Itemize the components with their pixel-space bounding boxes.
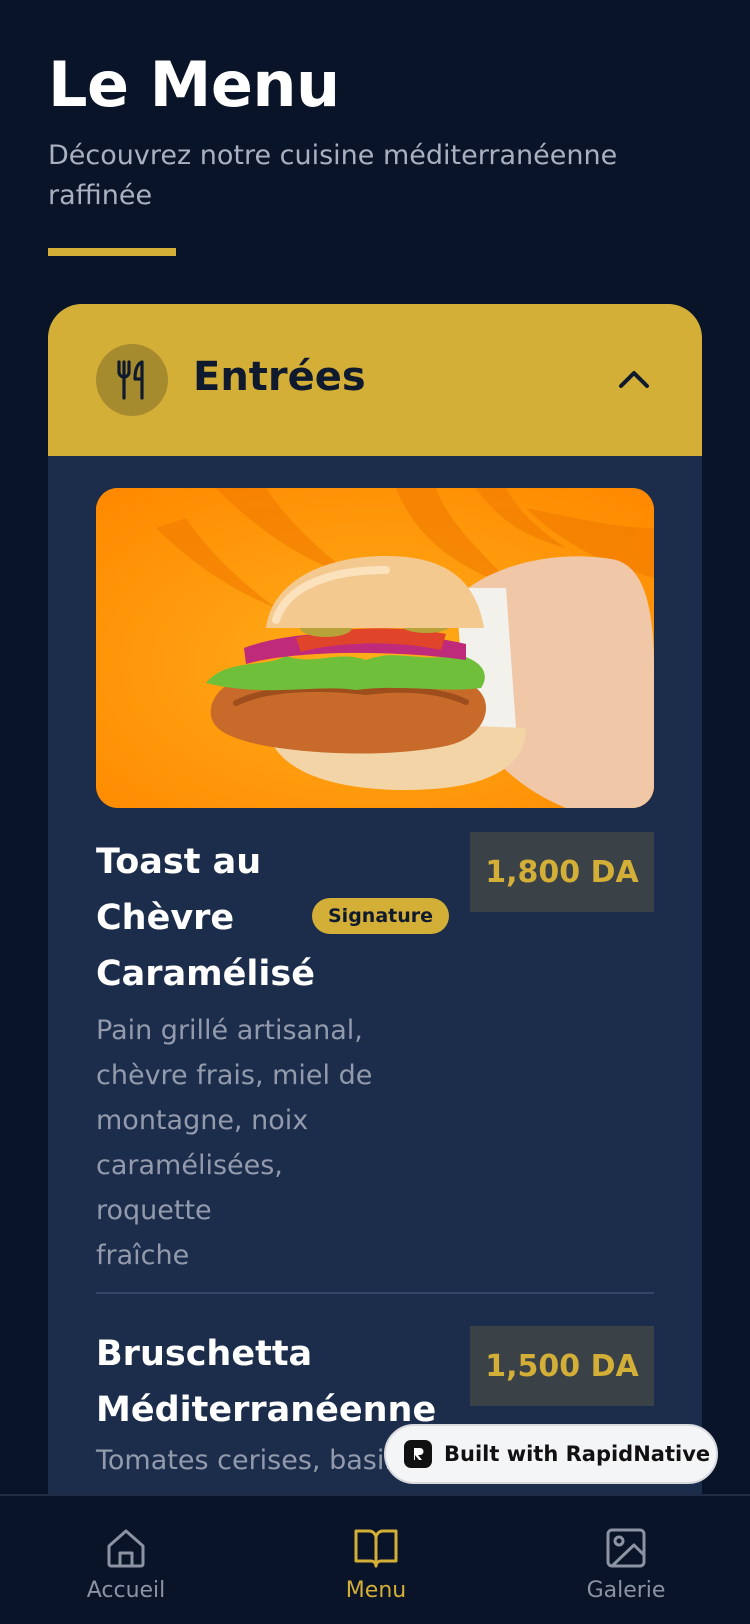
- book-icon: [354, 1529, 398, 1568]
- built-with-rapidnative-badge[interactable]: Built with RapidNative: [384, 1424, 718, 1484]
- menu-item-name: Toast au Chèvre Caramélisé: [96, 842, 315, 994]
- signature-badge: Signature: [312, 898, 450, 934]
- nav-label: Menu: [345, 1578, 407, 1603]
- nav-tab-accueil[interactable]: Accueil: [46, 1526, 206, 1603]
- section-icon-badge: [96, 344, 168, 416]
- nav-label: Accueil: [86, 1578, 166, 1603]
- bottom-nav: Accueil Menu Galerie: [0, 1494, 750, 1624]
- nav-label: Galerie: [586, 1578, 666, 1603]
- section-title: Entrées: [193, 354, 366, 400]
- page-subtitle: Découvrez notre cuisine méditerranéenne …: [48, 140, 618, 211]
- image-icon: [606, 1528, 646, 1568]
- chevron-up-icon[interactable]: [614, 360, 654, 400]
- utensils-icon: [117, 360, 144, 400]
- rapidnative-label: Built with RapidNative: [444, 1442, 711, 1466]
- nav-tab-galerie[interactable]: Galerie: [546, 1526, 706, 1603]
- page-title: Le Menu: [48, 48, 340, 121]
- nav-tab-menu[interactable]: Menu: [296, 1526, 456, 1603]
- menu-item-description: Pain grillé artisanal, chèvre frais, mie…: [96, 1015, 373, 1271]
- title-underline: [48, 248, 176, 256]
- menu-item-price: 1,800 DA: [470, 832, 654, 912]
- food-image-burger: [96, 488, 654, 808]
- menu-item-price: 1,500 DA: [470, 1326, 654, 1406]
- rapidnative-logo-icon: [404, 1440, 432, 1468]
- item-divider: [96, 1292, 654, 1294]
- section-header-entrees[interactable]: Entrées: [48, 304, 702, 456]
- menu-section-card: Entrées Toast au Chèvre Caramélisé Signa…: [48, 304, 702, 1495]
- menu-item-name: Bruschetta Méditerranéenne: [96, 1334, 437, 1430]
- home-icon: [107, 1529, 145, 1568]
